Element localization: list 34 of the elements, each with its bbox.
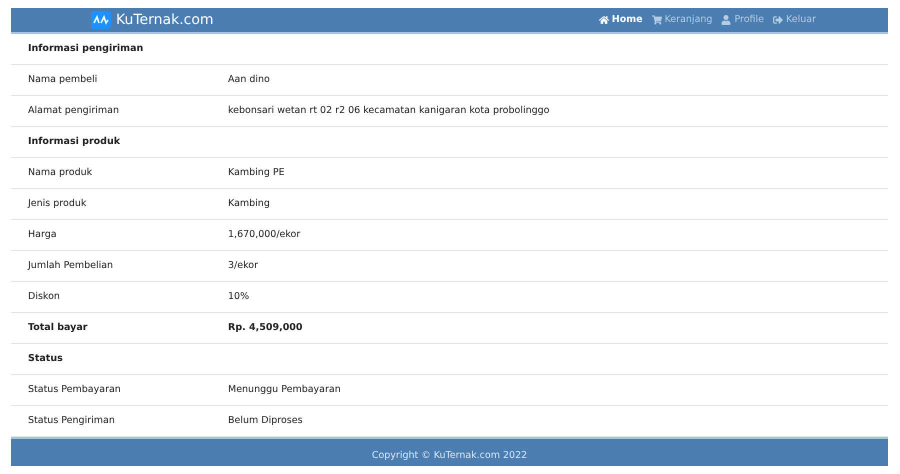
field-label: Jumlah Pembelian bbox=[26, 260, 114, 271]
user-icon bbox=[721, 14, 732, 25]
cart-icon bbox=[652, 14, 662, 25]
field-label: Alamat pengiriman bbox=[27, 105, 120, 116]
field-label: Total bayar bbox=[27, 322, 88, 333]
field-value: Belum Diproses bbox=[227, 415, 304, 426]
field-label: Nama produk bbox=[27, 167, 94, 178]
field-value: Rp. 4,509,000 bbox=[227, 322, 304, 333]
field-value: Menunggu Pembayaran bbox=[227, 384, 342, 395]
field-label: Status Pengiriman bbox=[27, 415, 116, 426]
field-label: Status Pembayaran bbox=[27, 384, 122, 395]
nav-link[interactable]: Keluar bbox=[773, 14, 816, 26]
nav-link[interactable]: Profile bbox=[721, 14, 764, 26]
field-label: Nama pembeli bbox=[27, 74, 98, 85]
brand-name[interactable]: KuTernak.com bbox=[116, 12, 214, 28]
field-label: Harga bbox=[27, 229, 58, 240]
field-value: Kambing bbox=[227, 198, 271, 209]
field-value: kebonsari wetan rt 02 r2 06 kecamatan kanigaran kota probolinggo bbox=[227, 105, 550, 116]
nav-link[interactable]: Keranjang bbox=[652, 14, 712, 26]
logout-icon bbox=[773, 14, 783, 25]
copyright-text: Copyright © KuTernak.com 2022 bbox=[372, 450, 528, 462]
field-value: 3/ekor bbox=[227, 260, 259, 271]
field-value: Kambing PE bbox=[227, 167, 286, 178]
section-heading: Informasi produk bbox=[27, 136, 122, 147]
home-icon bbox=[598, 14, 609, 25]
field-label: Jenis produk bbox=[26, 198, 88, 209]
section-heading: Status bbox=[27, 353, 64, 364]
field-label: Diskon bbox=[27, 291, 61, 302]
field-value: 1,670,000/ekor bbox=[227, 229, 302, 240]
field-value: 10% bbox=[227, 291, 250, 302]
nav-link[interactable]: Home bbox=[598, 14, 643, 26]
field-value: Aan dino bbox=[227, 74, 271, 85]
section-heading: Informasi pengiriman bbox=[27, 43, 144, 54]
logo-icon bbox=[91, 10, 111, 29]
